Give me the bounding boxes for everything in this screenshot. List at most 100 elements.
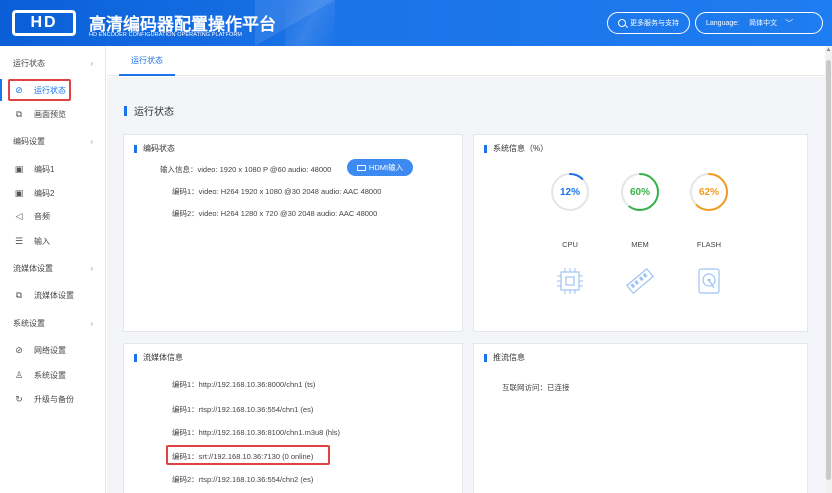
sidebar: 运行状态 › ⊘ 运行状态 ⧉ 画面预览 编码设置 › ▣ 编码1 ▣ 编码2 … [0,46,106,493]
service-support-label: 更多服务与支持 [630,20,679,27]
hard-disk-icon [698,268,720,294]
hdmi-input-label: HDMI输入 [368,163,404,172]
app-subtitle: HD ENCODER CONFIGURATION OPERATING PLATF… [89,32,243,38]
sidebar-item-upgrade[interactable]: ↻ 升级与备份 [0,387,106,411]
sidebar-item-input[interactable]: ☰ 输入 [0,229,106,253]
sidebar-item-audio[interactable]: ◁ 音频 [0,204,106,228]
refresh-icon: ↻ [15,393,23,404]
sidebar-item-encoder-2[interactable]: ▣ 编码2 [0,181,106,205]
logo-text: HD [30,14,58,31]
title-accent [134,144,137,153]
flash-label: FLASH [696,240,722,249]
page-title-text: 运行状态 [134,107,174,118]
language-value: 简体中文 [749,20,778,27]
system-info-card: 系统信息（%） [473,134,808,332]
language-select[interactable]: Language: 简体中文 ﹀ [695,12,823,34]
stream-url-row[interactable]: 编码2：rtsp://192.168.10.36:554/chn2 (es) [172,474,313,485]
sidebar-item-label: 输入 [34,236,50,246]
flash-usage-ring: 62% [689,172,729,212]
preview-icon: ⧉ [15,108,23,119]
memory-stick-icon [626,267,654,295]
cpu-usage-ring: 12% [550,172,590,212]
stream-info-card: 流媒体信息 [123,343,463,493]
card-title-text: 系统信息（%） [493,144,549,153]
encoder-1-info: 编码1：video: H264 1920 x 1080 @30 2048 aud… [172,187,382,196]
sidebar-group-label: 流媒体设置 [13,263,53,273]
sidebar-group-label: 系统设置 [13,318,45,328]
mem-usage-value: 60% [629,186,650,198]
header-decoration-stripe [285,0,335,46]
title-accent [484,144,487,153]
search-icon [618,19,626,27]
sidebar-item-stream-settings[interactable]: ⧉ 流媒体设置 [0,283,106,307]
cpu-chip-icon [557,268,583,294]
chevron-down-icon: ﹀ [785,18,794,28]
title-accent [134,353,137,362]
encoder-icon: ▣ [14,187,24,198]
cpu-usage-value: 12% [559,186,580,198]
mem-usage-ring: 60% [620,172,660,212]
sidebar-item-preview[interactable]: ⧉ 画面预览 [0,102,106,126]
monitor-icon [356,164,366,171]
card-title: 流媒体信息 [134,352,183,363]
card-title-text: 编码状态 [143,144,175,153]
encoder-2-info: 编码2：video: H264 1280 x 720 @30 2048 audi… [172,209,378,218]
sidebar-group-stream[interactable]: 流媒体设置 › [0,254,106,282]
stream-url-row[interactable]: 编码1：rtsp://192.168.10.36:554/chn1 (es) [172,404,313,415]
tab-status[interactable]: 运行状态 [119,46,175,76]
flash-usage-value: 62% [698,186,719,198]
card-title: 编码状态 [134,143,175,154]
tab-bar: 运行状态 [107,46,825,76]
sidebar-item-network[interactable]: ⊘ 网络设置 [0,338,106,362]
sidebar-group-label: 运行状态 [13,58,45,68]
push-info-card: 推流信息 [473,343,808,493]
service-support-button[interactable]: 更多服务与支持 [607,12,690,34]
chevron-right-icon: › [90,318,93,328]
encoder-icon: ▣ [14,163,24,174]
sidebar-item-label: 升级与备份 [34,394,74,404]
cpu-label: CPU [562,240,578,249]
language-label: Language: [706,19,740,27]
input-info: 输入信息：video: 1920 x 1080 P @60 audio: 480… [160,165,332,174]
chevron-right-icon: › [90,136,93,146]
app-header: HD 高清编码器配置操作平台 HD ENCODER CONFIGURATION … [0,0,832,46]
tab-label: 运行状态 [131,55,163,65]
sidebar-item-label: 编码1 [34,164,55,174]
stream-url-row[interactable]: 编码1：http://192.168.10.36:8000/chn1 (ts) [172,379,315,390]
hdmi-input-button[interactable]: HDMI输入 [347,159,413,176]
title-accent [124,105,127,116]
hd-logo: HD [12,10,76,36]
card-title-text: 流媒体信息 [143,353,183,362]
network-icon: ⊘ [15,344,23,355]
audio-icon: ◁ [15,210,23,221]
highlight-box-sidebar [8,79,71,101]
user-icon: ♙ [14,369,24,380]
sidebar-group-status[interactable]: 运行状态 › [0,49,106,77]
chevron-right-icon: › [90,263,93,273]
sidebar-item-system[interactable]: ♙ 系统设置 [0,363,106,387]
input-icon: ☰ [14,235,24,246]
sidebar-group-label: 编码设置 [13,136,45,146]
sidebar-item-label: 音频 [34,211,50,221]
sidebar-item-label: 网络设置 [34,345,66,355]
title-accent [484,353,487,362]
stream-url-row[interactable]: 编码1：http://192.168.10.36:8100/chn1.m3u8 … [172,427,340,438]
card-title-text: 推流信息 [493,353,525,362]
scroll-up-icon[interactable]: ▲ [825,47,832,55]
page-title: 运行状态 [124,103,174,118]
card-title: 系统信息（%） [484,143,548,154]
sidebar-item-label: 画面预览 [34,109,66,119]
sidebar-item-label: 系统设置 [34,370,66,380]
stream-icon: ⧉ [15,289,23,300]
highlight-box-srt [166,445,330,465]
card-title: 推流信息 [484,352,525,363]
sidebar-group-system[interactable]: 系统设置 › [0,309,106,337]
internet-status: 互联网访问：已连接 [502,383,570,392]
sidebar-item-label: 编码2 [34,188,55,198]
scrollbar-thumb[interactable] [826,60,831,480]
chevron-right-icon: › [90,58,93,68]
sidebar-item-label: 流媒体设置 [34,290,74,300]
mem-label: MEM [631,240,649,249]
sidebar-item-encoder-1[interactable]: ▣ 编码1 [0,157,106,181]
sidebar-group-encode[interactable]: 编码设置 › [0,127,106,155]
